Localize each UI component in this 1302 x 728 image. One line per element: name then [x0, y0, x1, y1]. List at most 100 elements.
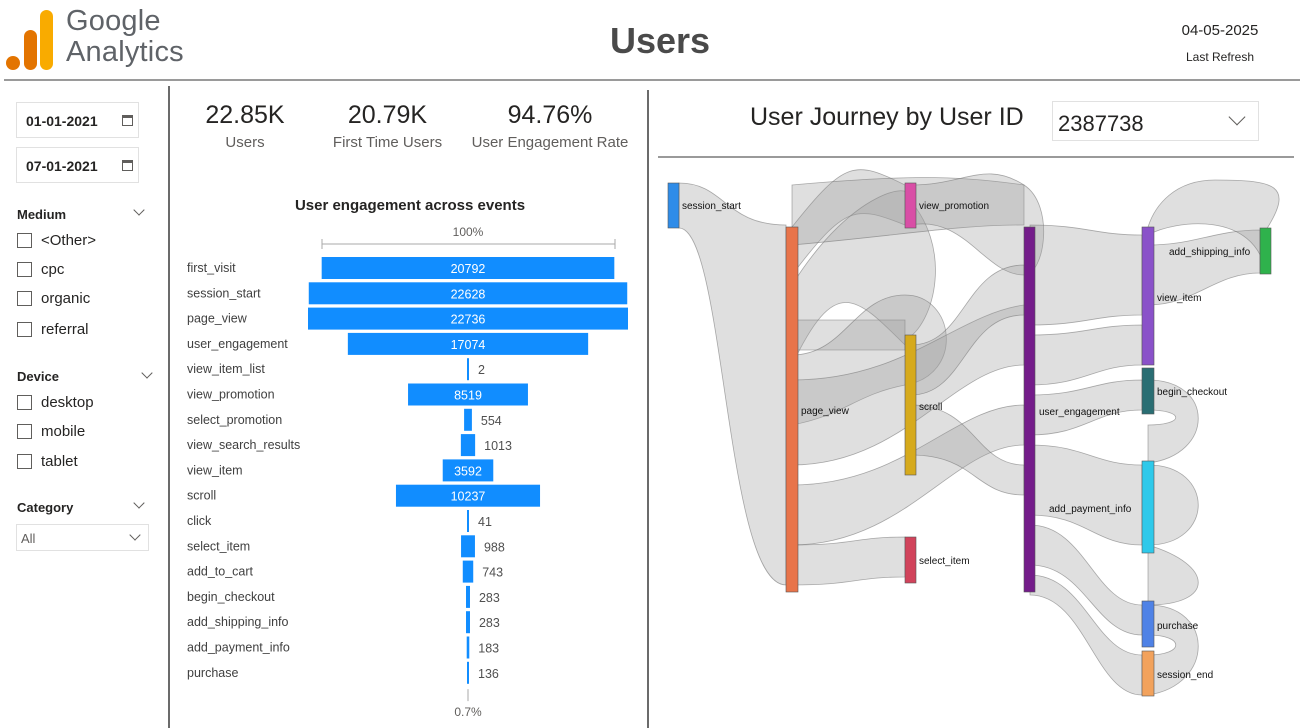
start-date-input[interactable]: 01-01-2021 — [16, 102, 139, 138]
funnel-value-label: 283 — [479, 591, 500, 605]
funnel-value-label: 10237 — [451, 490, 486, 504]
funnel-value-label: 17074 — [451, 338, 486, 352]
checkbox[interactable] — [17, 424, 32, 439]
funnel-value-label: 41 — [478, 515, 492, 529]
sankey-node-label: view_promotion — [919, 201, 989, 212]
category-dropdown-value: All — [21, 531, 36, 546]
sankey-node-label: add_payment_info — [1049, 504, 1132, 515]
end-date-input[interactable]: 07-01-2021 — [16, 147, 139, 183]
funnel-bar[interactable] — [460, 434, 476, 457]
sankey-link[interactable] — [1147, 604, 1199, 696]
checkbox[interactable] — [17, 454, 32, 469]
start-date-value: 01-01-2021 — [26, 113, 98, 129]
funnel-bottom-label: 0.7% — [454, 705, 482, 719]
sankey-node[interactable] — [1259, 227, 1272, 275]
sankey-node-label: add_shipping_info — [1169, 247, 1251, 258]
sankey-node[interactable] — [1141, 226, 1155, 366]
sankey-node[interactable] — [785, 226, 799, 593]
funnel-bar[interactable] — [466, 636, 470, 659]
sankey-node[interactable] — [904, 182, 917, 229]
checkbox[interactable] — [17, 233, 32, 248]
funnel-bar[interactable] — [462, 560, 474, 583]
sankey-link[interactable] — [1029, 224, 1143, 326]
funnel-value-label: 8519 — [454, 389, 482, 403]
medium-option-label: cpc — [41, 261, 65, 278]
funnel-chart: 100% first_visit 20792 session_start 22628 pa… — [187, 225, 628, 719]
medium-option-label: organic — [41, 290, 91, 307]
funnel-bar[interactable] — [461, 535, 475, 558]
sankey-node[interactable] — [904, 334, 917, 476]
logo-text: Google Analytics — [66, 6, 184, 68]
refresh-date: 04-05-2025 — [1181, 22, 1259, 39]
google-analytics-logo-icon — [6, 10, 53, 70]
chevron-down-icon[interactable] — [129, 529, 141, 541]
funnel-bar[interactable] — [467, 510, 469, 532]
funnel-category-label: select_item — [187, 539, 250, 553]
chevron-down-icon[interactable] — [1228, 108, 1246, 126]
funnel-value-label: 20792 — [451, 262, 486, 276]
funnel-category-label: click — [187, 514, 212, 528]
funnel-bar[interactable] — [464, 408, 472, 431]
sankey-link[interactable] — [1029, 324, 1143, 386]
funnel-value-label: 1013 — [484, 439, 512, 453]
sankey-node[interactable] — [1023, 226, 1036, 593]
device-slicer-title: Device — [17, 369, 59, 384]
funnel-category-label: scroll — [187, 489, 216, 503]
funnel-value-label: 136 — [478, 667, 499, 681]
checkbox[interactable] — [17, 322, 32, 337]
kpi-engagement-rate: 94.76% User Engagement Rate — [460, 98, 640, 151]
sankey-node-label: scroll — [919, 402, 942, 413]
sankey-node[interactable] — [1141, 650, 1155, 697]
logo-line-2: Analytics — [66, 36, 184, 68]
funnel-category-label: view_item — [187, 463, 243, 477]
device-option-label: desktop — [41, 394, 94, 411]
calendar-icon[interactable] — [122, 160, 133, 171]
funnel-category-label: begin_checkout — [187, 590, 275, 604]
sankey-node-label: user_engagement — [1039, 407, 1120, 418]
funnel-bar[interactable] — [467, 358, 469, 381]
sankey-node[interactable] — [1141, 367, 1155, 415]
funnel-bar[interactable] — [466, 585, 470, 608]
funnel-category-label: view_search_results — [187, 438, 300, 452]
chevron-down-icon[interactable] — [141, 367, 153, 379]
funnel-category-label: add_to_cart — [187, 565, 254, 579]
refresh-label: Last Refresh — [1185, 50, 1255, 64]
device-option-label: tablet — [41, 453, 78, 470]
sankey-node[interactable] — [904, 536, 917, 584]
logo-line-1: Google — [66, 5, 161, 37]
kpi-first-time-users: 20.79K First Time Users — [325, 98, 450, 151]
checkbox[interactable] — [17, 395, 32, 410]
funnel-bar[interactable] — [466, 611, 470, 634]
user-id-dropdown[interactable]: 2387738 — [1052, 101, 1259, 141]
funnel-category-label: add_shipping_info — [187, 615, 289, 629]
funnel-category-label: view_item_list — [187, 362, 265, 376]
checkbox[interactable] — [17, 262, 32, 277]
checkbox[interactable] — [17, 291, 32, 306]
kpi-label: First Time Users — [332, 134, 443, 151]
category-dropdown[interactable]: All — [16, 524, 149, 551]
funnel-category-label: select_promotion — [187, 413, 282, 427]
chevron-down-icon[interactable] — [133, 204, 145, 216]
sankey-node-label: begin_checkout — [1157, 387, 1227, 398]
sankey-link[interactable] — [678, 182, 787, 586]
user-id-value: 2387738 — [1058, 111, 1144, 136]
sankey-node[interactable] — [1141, 600, 1155, 648]
funnel-category-label: first_visit — [187, 261, 236, 275]
sankey-node-label: session_start — [682, 201, 741, 212]
kpi-label: Users — [225, 134, 265, 151]
kpi-label: User Engagement Rate — [471, 134, 629, 151]
calendar-icon[interactable] — [122, 115, 133, 126]
funnel-value-label: 183 — [478, 642, 499, 656]
sankey-node[interactable] — [667, 182, 680, 229]
funnel-category-label: page_view — [187, 312, 248, 326]
funnel-value-label: 283 — [479, 616, 500, 630]
kpi-value: 22.85K — [205, 101, 285, 129]
funnel-bar[interactable] — [467, 661, 469, 684]
sankey-link[interactable] — [1147, 464, 1199, 606]
sankey-node[interactable] — [1141, 460, 1155, 554]
journey-title: User Journey by User ID — [750, 103, 1024, 131]
sankey-node-label: purchase — [1157, 621, 1199, 632]
chevron-down-icon[interactable] — [133, 497, 145, 509]
sankey-node-label: page_view — [801, 406, 850, 417]
medium-slicer-title: Medium — [17, 207, 67, 222]
